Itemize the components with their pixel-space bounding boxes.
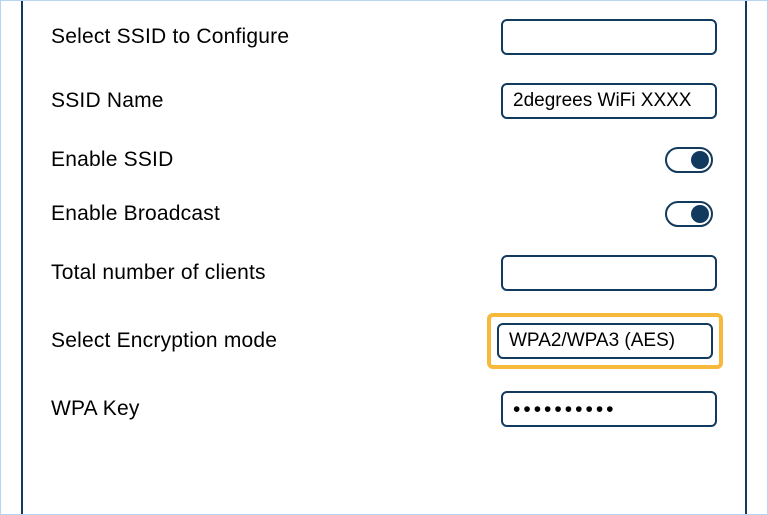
row-total-clients: Total number of clients bbox=[51, 255, 717, 291]
encryption-mode-dropdown[interactable]: WPA2/WPA3 (AES) bbox=[497, 323, 713, 359]
encryption-highlight: WPA2/WPA3 (AES) bbox=[487, 313, 723, 369]
label-enable-broadcast: Enable Broadcast bbox=[51, 202, 220, 226]
enable-broadcast-toggle[interactable] bbox=[665, 201, 713, 227]
label-encryption: Select Encryption mode bbox=[51, 329, 277, 353]
row-select-ssid: Select SSID to Configure bbox=[51, 19, 717, 55]
toggle-knob bbox=[691, 151, 709, 169]
label-wpa-key: WPA Key bbox=[51, 397, 140, 421]
wpa-key-masked-value: •••••••••• bbox=[513, 399, 617, 420]
label-enable-ssid: Enable SSID bbox=[51, 148, 173, 172]
select-ssid-dropdown[interactable] bbox=[501, 19, 717, 55]
row-wpa-key: WPA Key •••••••••• bbox=[51, 391, 717, 427]
row-enable-ssid: Enable SSID bbox=[51, 147, 717, 173]
wpa-key-input[interactable]: •••••••••• bbox=[501, 391, 717, 427]
label-ssid-name: SSID Name bbox=[51, 89, 164, 113]
label-total-clients: Total number of clients bbox=[51, 261, 266, 285]
page-frame: Select SSID to Configure SSID Name 2degr… bbox=[0, 0, 768, 515]
enable-ssid-toggle[interactable] bbox=[665, 147, 713, 173]
label-select-ssid: Select SSID to Configure bbox=[51, 25, 289, 49]
row-enable-broadcast: Enable Broadcast bbox=[51, 201, 717, 227]
toggle-knob bbox=[691, 205, 709, 223]
ssid-name-input[interactable]: 2degrees WiFi XXXX bbox=[501, 83, 717, 119]
settings-panel: Select SSID to Configure SSID Name 2degr… bbox=[21, 1, 747, 514]
row-encryption: Select Encryption mode WPA2/WPA3 (AES) bbox=[51, 319, 717, 363]
row-ssid-name: SSID Name 2degrees WiFi XXXX bbox=[51, 83, 717, 119]
total-clients-field bbox=[501, 255, 717, 291]
